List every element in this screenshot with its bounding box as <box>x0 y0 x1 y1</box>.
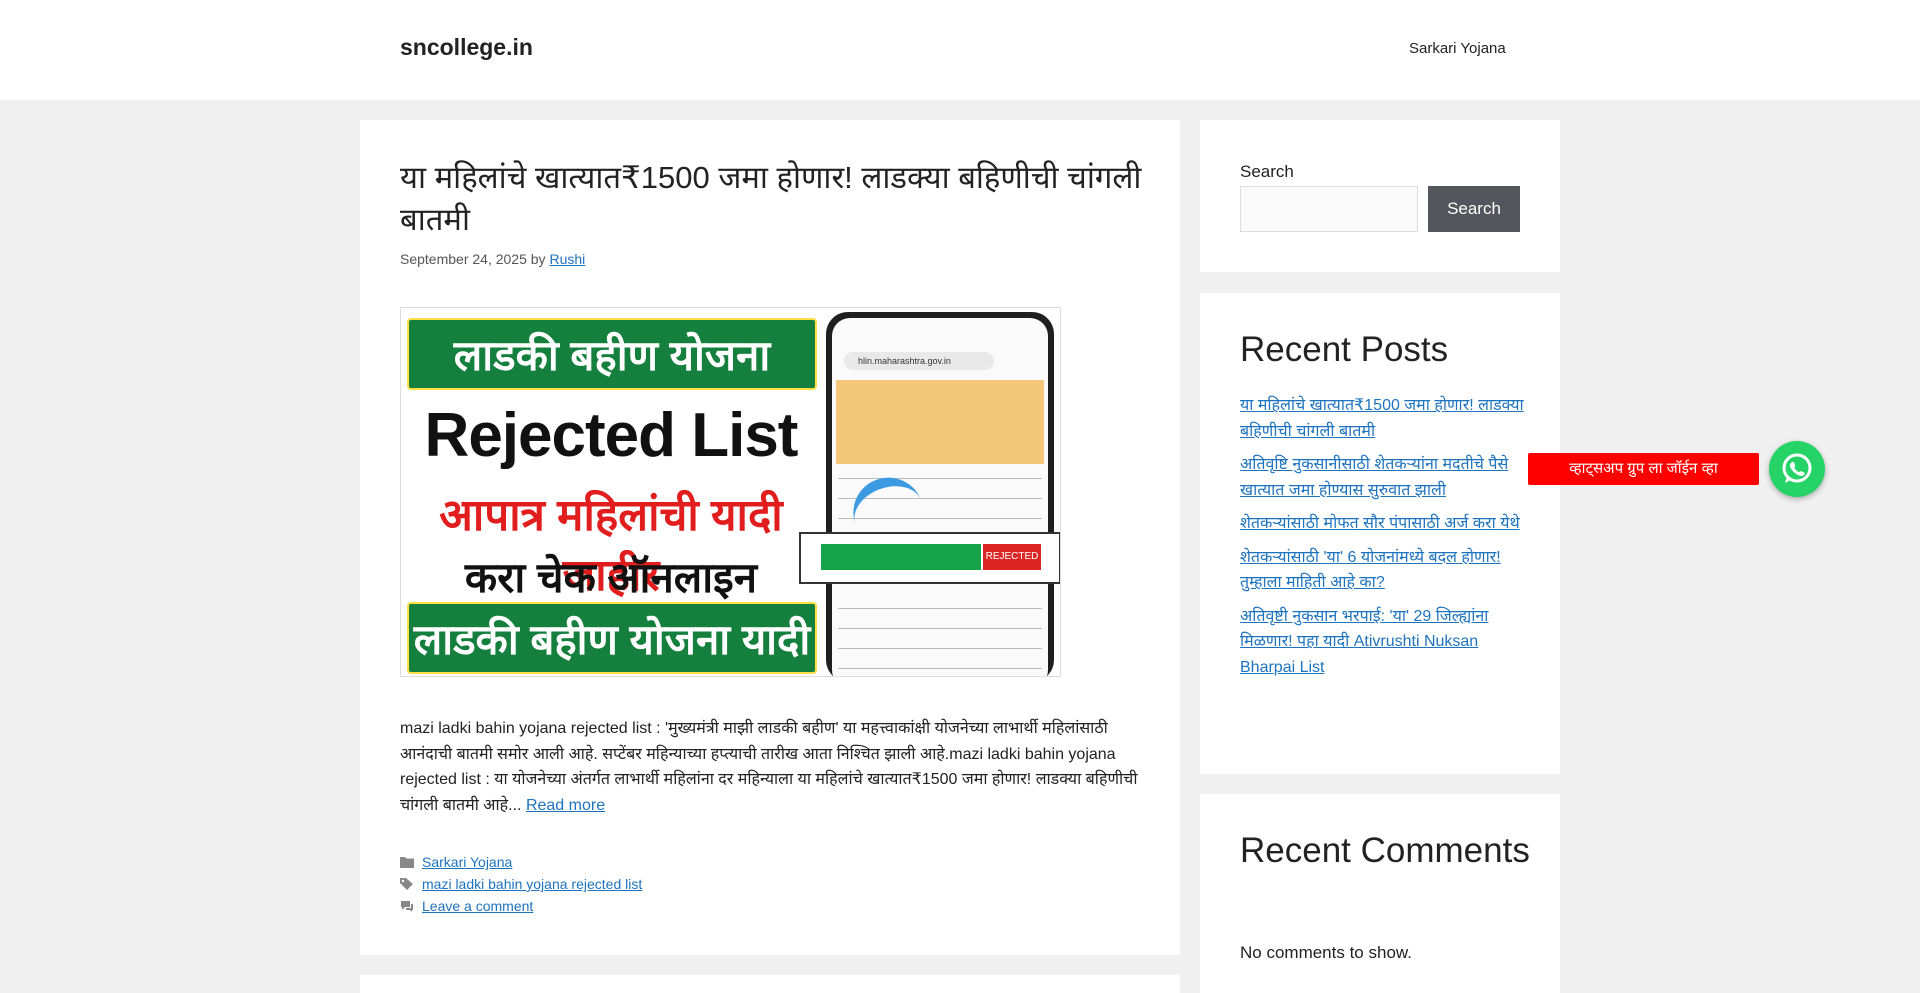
recent-post-link[interactable]: अतिवृष्टि नुकसानीसाठी शेतकऱ्यांना मदतीचे… <box>1240 456 1508 499</box>
category-link[interactable]: Sarkari Yojana <box>422 851 512 873</box>
by-label: by <box>530 251 546 267</box>
whatsapp-icon <box>1782 453 1812 483</box>
recent-post-link[interactable]: शेतकऱ्यांसाठी 'या' 6 योजनांमध्ये बदल होण… <box>1240 549 1501 592</box>
read-more-link[interactable]: Read more <box>526 797 605 814</box>
category-line: Sarkari Yojana <box>400 851 642 873</box>
tag-line: mazi ladki bahin yojana rejected list <box>400 873 642 895</box>
list-item: शेतकऱ्यांसाठी मोफत सौर पंपासाठी अर्ज करा… <box>1240 511 1530 537</box>
phone-url-bar: hlin.maharashtra.gov.in <box>844 352 994 370</box>
rejected-status-tag: REJECTED <box>983 544 1041 570</box>
phone-table-row <box>838 608 1042 609</box>
article-title[interactable]: या महिलांचे खात्यात₹1500 जमा होणार! लाडक… <box>400 157 1145 241</box>
rejected-status-bar: REJECTED <box>799 532 1060 584</box>
recent-posts-widget: Recent Posts या महिलांचे खात्यात₹1500 जम… <box>1200 293 1560 774</box>
recent-post-link[interactable]: शेतकऱ्यांसाठी मोफत सौर पंपासाठी अर्ज करा… <box>1240 515 1520 532</box>
featured-image[interactable]: लाडकी बहीण योजना Rejected List आपात्र मह… <box>400 307 1061 677</box>
search-widget: Search Search <box>1200 120 1560 272</box>
tag-link[interactable]: mazi ladki bahin yojana rejected list <box>422 873 642 895</box>
site-header: sncollege.in Sarkari Yojana <box>0 0 1920 100</box>
entry-footer: Sarkari Yojana mazi ladki bahin yojana r… <box>400 851 642 917</box>
search-button[interactable]: Search <box>1428 186 1520 232</box>
featured-image-band-top: लाडकी बहीण योजना <box>407 318 817 390</box>
comment-icon <box>400 900 414 912</box>
phone-table-row <box>838 668 1042 669</box>
excerpt-text: mazi ladki bahin yojana rejected list : … <box>400 720 1138 814</box>
phone-table-row <box>838 628 1042 629</box>
nav-item-sarkari-yojana[interactable]: Sarkari Yojana <box>1409 40 1506 57</box>
entry-meta: September 24, 2025 by Rushi <box>400 251 585 267</box>
article: या महिलांचे खात्यात₹1500 जमा होणार! लाडक… <box>360 120 1180 955</box>
featured-image-black-text: करा चेक ऑनलाइन <box>464 554 758 601</box>
tag-icon <box>400 878 414 890</box>
comment-line: Leave a comment <box>400 895 642 917</box>
recent-comments-widget: Recent Comments No comments to show. <box>1200 794 1560 993</box>
author-link[interactable]: Rushi <box>549 251 585 267</box>
list-item: अतिवृष्टी नुकसान भरपाई: 'या' 29 जिल्ह्या… <box>1240 604 1530 681</box>
recent-post-link[interactable]: अतिवृष्टी नुकसान भरपाई: 'या' 29 जिल्ह्या… <box>1240 608 1488 676</box>
featured-image-text-panel: लाडकी बहीण योजना Rejected List आपात्र मह… <box>401 308 821 676</box>
whatsapp-button[interactable] <box>1769 441 1825 497</box>
list-item: शेतकऱ्यांसाठी 'या' 6 योजनांमध्ये बदल होण… <box>1240 545 1530 596</box>
leave-comment-link[interactable]: Leave a comment <box>422 895 533 917</box>
whatsapp-group-label[interactable]: व्हाट्सअप ग्रुप ला जॉईन व्हा <box>1528 453 1759 485</box>
featured-image-rejected-text: Rejected List <box>424 401 799 470</box>
recent-posts-list: या महिलांचे खात्यात₹1500 जमा होणार! लाडक… <box>1240 393 1530 688</box>
featured-image-band-bottom: लाडकी बहीण योजना यादी <box>407 602 817 674</box>
recent-post-link[interactable]: या महिलांचे खात्यात₹1500 जमा होणार! लाडक… <box>1240 397 1524 440</box>
folder-icon <box>400 856 414 868</box>
phone-table-row <box>838 648 1042 649</box>
list-item: या महिलांचे खात्यात₹1500 जमा होणार! लाडक… <box>1240 393 1530 444</box>
site-title[interactable]: sncollege.in <box>400 34 533 61</box>
list-item: अतिवृष्टि नुकसानीसाठी शेतकऱ्यांना मदतीचे… <box>1240 452 1530 503</box>
search-input[interactable] <box>1240 186 1418 232</box>
rejected-status-label <box>821 544 981 570</box>
next-article-card <box>360 975 1180 993</box>
search-label: Search <box>1240 162 1294 181</box>
phone-banner <box>836 380 1044 464</box>
article-excerpt: mazi ladki bahin yojana rejected list : … <box>400 716 1140 818</box>
phone-table-row <box>838 478 1042 479</box>
no-comments-text: No comments to show. <box>1240 943 1412 962</box>
post-date: September 24, 2025 <box>400 251 527 267</box>
recent-comments-heading: Recent Comments <box>1240 831 1530 870</box>
recent-posts-heading: Recent Posts <box>1240 330 1449 369</box>
